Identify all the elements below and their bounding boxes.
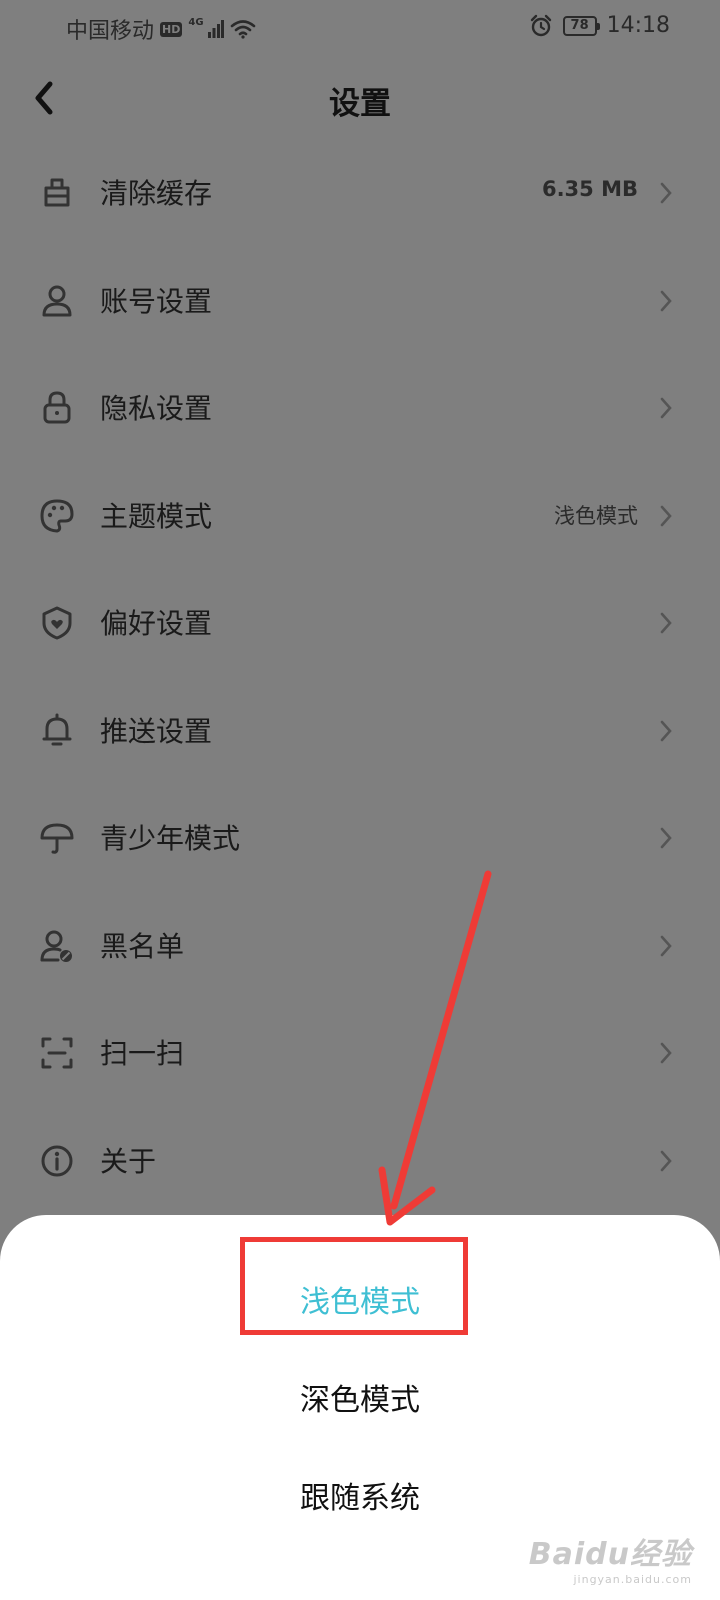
settings-item-label: 清除缓存 (100, 177, 213, 210)
theme-option-dark[interactable]: 深色模式 (0, 1375, 720, 1419)
signal-icon (207, 20, 224, 38)
chevron-right-icon (660, 397, 672, 419)
battery-indicator: 78 (562, 15, 600, 36)
umbrella-icon (40, 823, 74, 854)
settings-item-label: 扫一扫 (100, 1037, 185, 1070)
scan-icon (41, 1037, 73, 1069)
carrier-name: 中国移动 (66, 19, 155, 44)
status-left: 中国移动 HD 4G (66, 13, 256, 45)
chevron-right-icon (660, 182, 672, 204)
status-right: 78 14:18 (529, 13, 670, 38)
chevron-right-icon (660, 612, 672, 634)
settings-item-clear-cache[interactable]: 清除缓存 6.35 MB (0, 140, 720, 248)
watermark-url: jingyan.baidu.com (573, 1573, 692, 1586)
settings-item-push[interactable]: 推送设置 (0, 678, 720, 786)
chevron-right-icon (660, 827, 672, 849)
chevron-right-icon (660, 720, 672, 741)
annotation-highlight-box (240, 1237, 468, 1335)
user-block-icon (40, 930, 72, 962)
chevron-right-icon (660, 505, 672, 526)
info-icon (41, 1145, 73, 1176)
settings-item-label: 青少年模式 (100, 822, 241, 855)
settings-item-label: 黑名单 (100, 929, 185, 963)
baidu-watermark: Baidu经验 jingyan.baidu.com (529, 1529, 692, 1586)
chevron-right-icon (660, 1042, 672, 1064)
page-title: 设置 (329, 86, 391, 122)
palette-icon (40, 499, 74, 532)
alarm-icon (530, 14, 551, 36)
settings-item-label: 账号设置 (100, 284, 213, 318)
cache-size-value: 6.35 MB (541, 177, 638, 201)
theme-option-system[interactable]: 跟随系统 (0, 1473, 720, 1517)
nav-bar: 设置 (0, 60, 720, 136)
watermark-logo: Baidu经验 (528, 1537, 692, 1572)
chevron-right-icon (660, 290, 672, 311)
settings-item-label: 主题模式 (100, 499, 213, 533)
settings-item-theme[interactable]: 主题模式 浅色模式 (0, 463, 720, 571)
chevron-right-icon (660, 935, 672, 956)
settings-item-label: 推送设置 (100, 714, 213, 748)
settings-item-label: 关于 (100, 1144, 157, 1178)
wifi-icon (230, 20, 255, 39)
settings-item-account[interactable]: 账号设置 (0, 248, 720, 356)
settings-item-privacy[interactable]: 隐私设置 (0, 355, 720, 463)
settings-item-label: 隐私设置 (100, 392, 213, 425)
broom-icon (44, 178, 70, 207)
bell-icon (42, 713, 72, 745)
user-icon (42, 285, 72, 316)
settings-item-preferences[interactable]: 偏好设置 (0, 570, 720, 678)
status-time: 14:18 (606, 13, 670, 38)
settings-item-label: 偏好设置 (100, 607, 213, 640)
lock-icon (43, 391, 71, 424)
theme-current-value: 浅色模式 (554, 503, 638, 528)
annotation-arrow (378, 870, 492, 1226)
shield-heart-icon (42, 606, 72, 640)
status-bar: 中国移动 HD 4G 78 14:18 (0, 0, 720, 56)
network-type: 4G (188, 16, 204, 28)
hd-badge: HD (160, 21, 183, 37)
chevron-right-icon (660, 1150, 672, 1171)
